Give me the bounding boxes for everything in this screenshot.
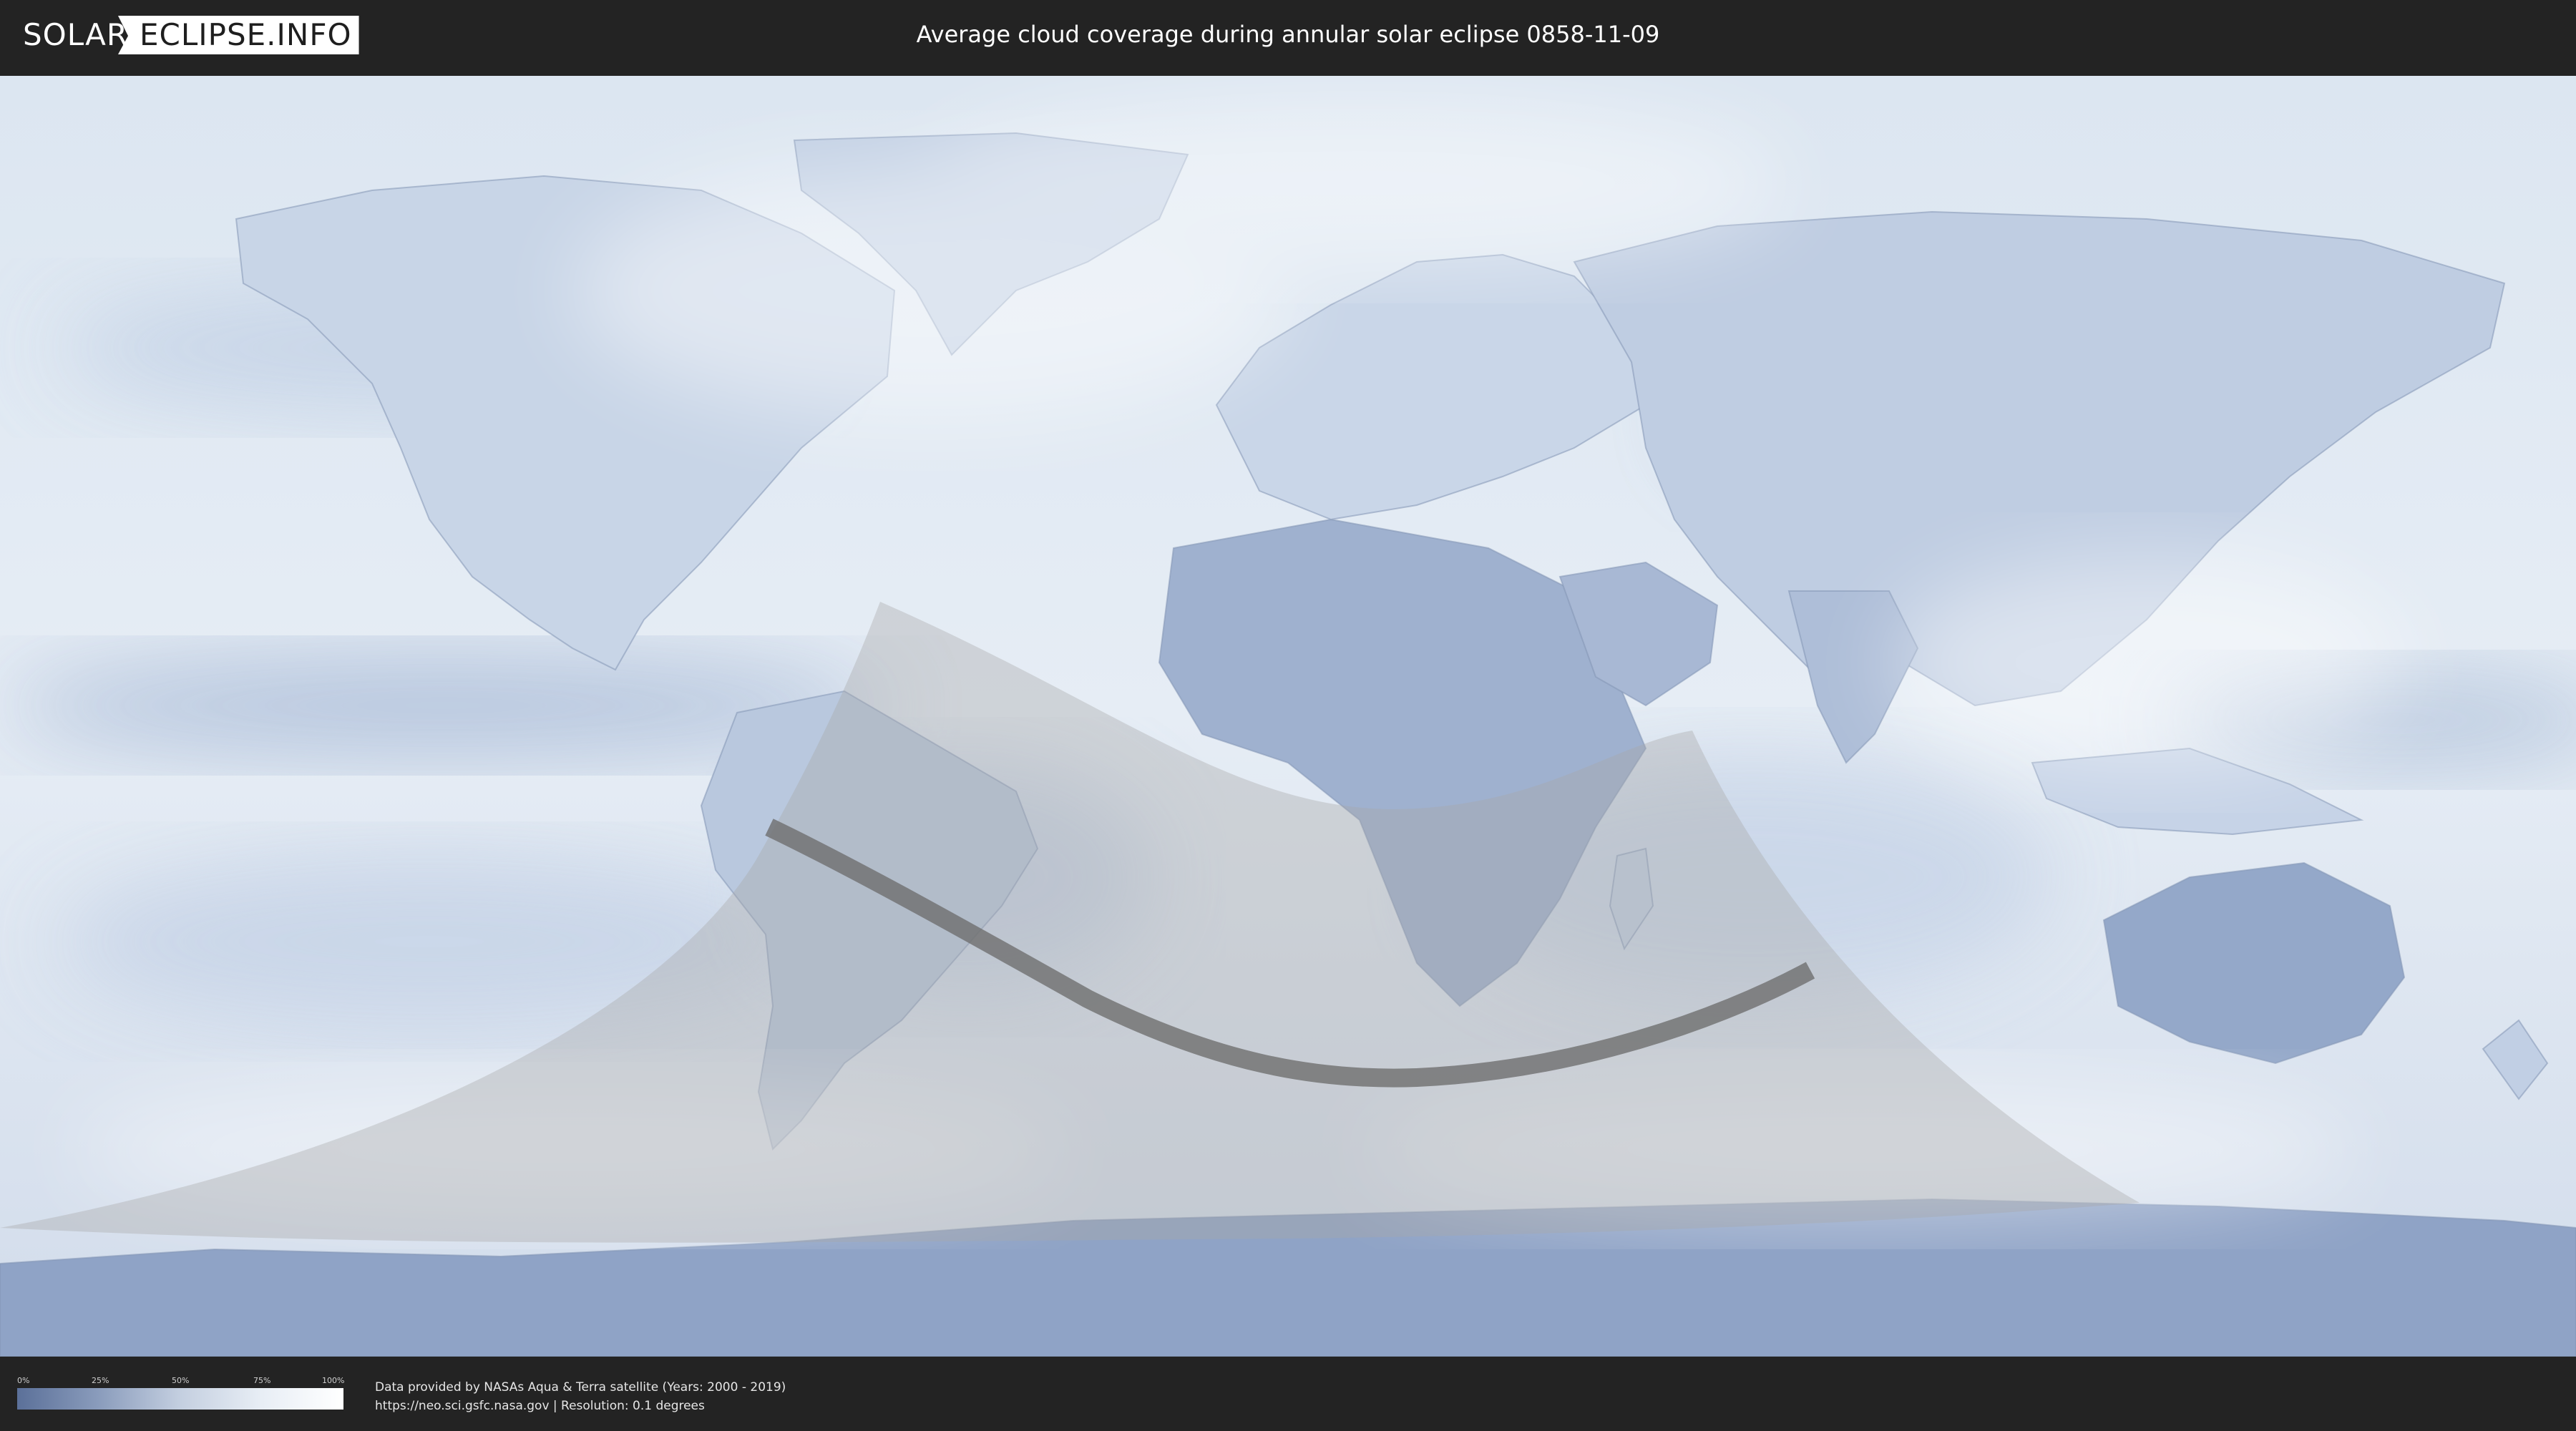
legend-tick-100: 100%	[322, 1376, 345, 1385]
page-title: Average cloud coverage during annular so…	[916, 21, 1660, 48]
credit-source: Data provided by NASAs Aqua & Terra sate…	[375, 1380, 786, 1395]
header-bar: SOLAR ECLIPSE.INFO Average cloud coverag…	[0, 0, 2576, 72]
legend-tick-25: 25%	[92, 1376, 109, 1385]
cloud-coverage-map[interactable]	[0, 76, 2576, 1357]
legend-tick-0: 0%	[17, 1376, 30, 1385]
data-credit: Data provided by NASAs Aqua & Terra sate…	[375, 1378, 786, 1415]
credit-url-resolution: https://neo.sci.gsfc.nasa.gov | Resoluti…	[375, 1399, 705, 1413]
cloud-coverage-legend: 0% 25% 50% 75% 100%	[17, 1376, 345, 1412]
legend-tick-75: 75%	[253, 1376, 271, 1385]
page: SOLAR ECLIPSE.INFO Average cloud coverag…	[0, 0, 2576, 1431]
legend-gradient-bar	[17, 1388, 343, 1410]
world-map-svg	[0, 76, 2576, 1357]
legend-tick-50: 50%	[172, 1376, 190, 1385]
footer-bar: 0% 25% 50% 75% 100% Data provided by NAS…	[0, 1357, 2576, 1431]
